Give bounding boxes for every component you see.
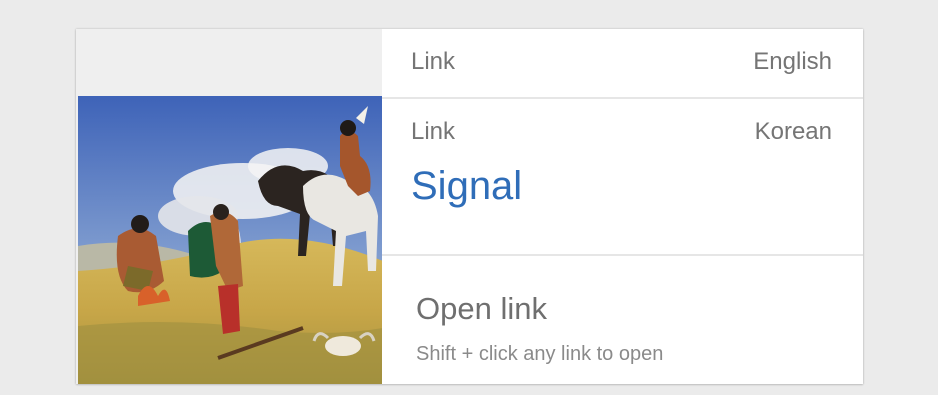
korean-language-label: Korean [754,118,832,145]
open-link-hint: Shift + click any link to open [416,343,664,365]
signal-link[interactable]: Signal [411,166,522,206]
details-pane: Link English Link Korean Signal Open lin… [382,29,863,384]
english-link-label[interactable]: Link [411,50,455,74]
open-link-button[interactable]: Open link [416,293,547,324]
open-link-section[interactable]: Open link Shift + click any link to open [382,256,863,384]
popup-card: Link English Link Korean Signal Open lin… [76,29,863,384]
korean-link-label[interactable]: Link [411,120,455,144]
painting-image [78,96,383,384]
english-language-label: English [753,48,832,75]
image-pane [76,29,383,384]
korean-entry[interactable]: Link Korean Signal [382,99,863,256]
english-entry[interactable]: Link English [382,29,863,99]
